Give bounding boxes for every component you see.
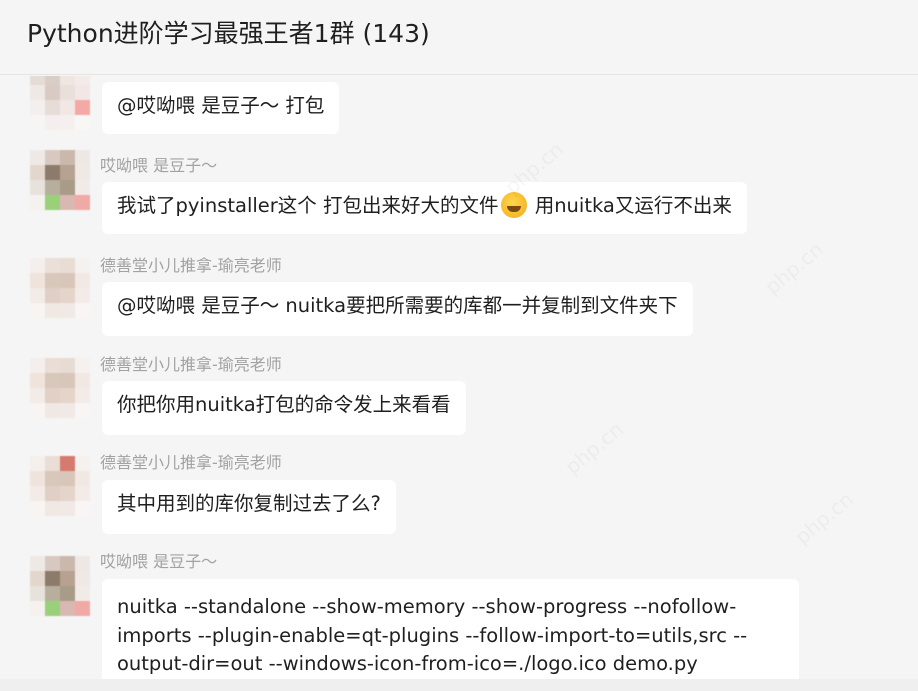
message-bubble[interactable]: 其中用到的库你复制过去了么? bbox=[102, 480, 396, 534]
message-bubble[interactable]: @哎呦喂 是豆子～ 打包 bbox=[102, 82, 340, 134]
message-bubble[interactable]: @哎呦喂 是豆子～ nuitka要把所需要的库都一并复制到文件夹下 bbox=[102, 282, 693, 336]
laughing-crying-emoji-icon bbox=[500, 192, 527, 218]
message-list[interactable]: @哎呦喂 是豆子～ 打包 哎呦喂 是豆子～ 我试了pyinstaller这个 打… bbox=[0, 76, 918, 691]
sender-name: 德善堂小儿推拿-瑜亮老师 bbox=[100, 355, 282, 374]
sender-name: 哎呦喂 是豆子～ bbox=[100, 552, 218, 571]
message-bubble[interactable]: 我试了pyinstaller这个 打包出来好大的文件 用nuitka又运行不出来 bbox=[102, 182, 747, 234]
avatar[interactable] bbox=[30, 76, 90, 130]
watermark: php.cn bbox=[760, 237, 828, 299]
message-bubble[interactable]: nuitka --standalone --show-memory --show… bbox=[102, 579, 799, 691]
message-text: 你把你用nuitka打包的命令发上来看看 bbox=[117, 393, 451, 416]
avatar[interactable] bbox=[30, 358, 90, 418]
sender-name: 哎呦喂 是豆子～ bbox=[100, 156, 218, 175]
message-bubble[interactable]: 你把你用nuitka打包的命令发上来看看 bbox=[102, 381, 466, 435]
chat-title: Python进阶学习最强王者1群 (143) bbox=[27, 19, 430, 48]
message-text: 用nuitka又运行不出来 bbox=[528, 194, 732, 217]
avatar[interactable] bbox=[30, 150, 90, 210]
message-text: nuitka --standalone --show-memory --show… bbox=[117, 595, 748, 675]
message-text: 我试了pyinstaller这个 打包出来好大的文件 bbox=[117, 194, 499, 217]
message-text: 其中用到的库你复制过去了么? bbox=[117, 492, 381, 515]
message-text: @哎呦喂 是豆子～ nuitka要把所需要的库都一并复制到文件夹下 bbox=[117, 294, 678, 317]
watermark: php.cn bbox=[560, 417, 628, 479]
avatar[interactable] bbox=[30, 258, 90, 318]
message-text: @哎呦喂 是豆子～ 打包 bbox=[117, 94, 325, 117]
watermark: php.cn bbox=[790, 487, 858, 549]
chat-header: Python进阶学习最强王者1群 (143) bbox=[0, 0, 918, 75]
input-area-edge bbox=[0, 679, 918, 691]
avatar[interactable] bbox=[30, 556, 90, 616]
sender-name: 德善堂小儿推拿-瑜亮老师 bbox=[100, 256, 282, 275]
sender-name: 德善堂小儿推拿-瑜亮老师 bbox=[100, 453, 282, 472]
avatar[interactable] bbox=[30, 456, 90, 516]
